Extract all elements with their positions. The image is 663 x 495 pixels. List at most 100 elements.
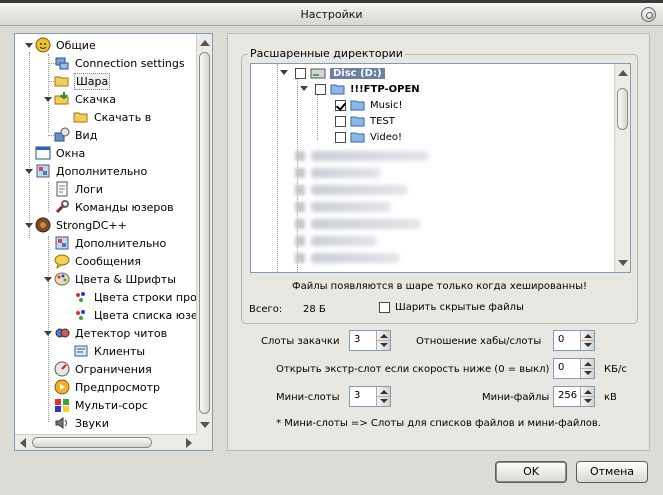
expand-arrow-icon[interactable]	[44, 331, 52, 336]
tree-item-userlist-colors[interactable]: Цвета списка юзеров	[73, 306, 213, 324]
expand-arrow-icon[interactable]	[25, 43, 33, 48]
spin-buttons[interactable]	[376, 331, 390, 350]
share-checkbox[interactable]	[315, 83, 326, 95]
scrollbar-thumb[interactable]	[32, 437, 152, 448]
tree-item-logs[interactable]: Логи	[54, 180, 104, 198]
tree-item-sounds[interactable]: Звуки	[54, 414, 110, 432]
tree-item-strongdc-advanced[interactable]: Дополнительно	[54, 234, 167, 252]
mini-files-value: 256	[558, 390, 578, 401]
folder-icon	[73, 109, 89, 125]
scroll-up-icon[interactable]	[618, 70, 628, 76]
tree-item-windows[interactable]: Окна	[35, 144, 86, 162]
scroll-up-icon[interactable]	[200, 40, 210, 46]
tree-item-download[interactable]: Скачка	[54, 90, 117, 108]
tree-line	[48, 54, 49, 132]
share-checkbox[interactable]	[335, 99, 346, 111]
mini-files-label: Мини-файлы	[482, 392, 550, 403]
cancel-button[interactable]: Отмена	[576, 461, 648, 483]
mini-slots-value: 3	[354, 390, 361, 401]
download-slots-stepper[interactable]: 3	[349, 330, 391, 351]
tree-item-label: Цвета списка юзеров	[94, 308, 213, 322]
tree-item-strongdc[interactable]: StrongDC++	[35, 216, 128, 234]
tree-item-label: Вид	[75, 128, 98, 142]
mini-slots-note: * Мини-слоты => Слоты для списков файлов…	[276, 418, 601, 429]
spin-buttons[interactable]	[580, 359, 594, 378]
spin-buttons[interactable]	[580, 331, 594, 350]
tree-item-label: Скачка	[75, 92, 116, 106]
tree-item-limits[interactable]: Ограничения	[54, 360, 153, 378]
share-hidden-checkbox[interactable]	[379, 302, 390, 313]
settings-tree-panel: Общие Connection settings Шара Скачка Ск…	[14, 33, 213, 451]
multisource-icon	[54, 397, 70, 413]
network-icon	[54, 55, 70, 71]
share-checkbox[interactable]	[295, 67, 306, 79]
share-hidden-files[interactable]: Шарить скрытые файлы	[379, 302, 524, 313]
total-value: 28 Б	[303, 304, 326, 315]
share-checkbox[interactable]	[335, 131, 346, 143]
close-icon[interactable]	[641, 7, 656, 22]
scroll-right-icon[interactable]	[186, 438, 192, 448]
shared-directories-tree: Disc (D:) !!!FTP-OPEN Music! TEST Video!	[250, 63, 631, 273]
tree-item-cheat-detector[interactable]: Детектор читов	[54, 324, 168, 342]
extra-slot-stepper[interactable]: 0	[553, 358, 595, 379]
scrollbar-thumb[interactable]	[617, 88, 628, 130]
spin-buttons[interactable]	[580, 387, 594, 406]
limits-icon	[54, 361, 70, 377]
tree-item-label: Ограничения	[75, 362, 152, 376]
tree-item-multisource[interactable]: Мульти-сорс	[54, 396, 149, 414]
tree-item-connection-settings[interactable]: Connection settings	[54, 54, 186, 72]
mini-slots-stepper[interactable]: 3	[349, 386, 391, 407]
spin-buttons[interactable]	[376, 387, 390, 406]
tree-item-advanced[interactable]: Дополнительно	[35, 162, 148, 180]
expand-arrow-icon[interactable]	[44, 97, 52, 102]
share-hidden-label: Шарить скрытые файлы	[395, 302, 524, 313]
dir-item-disc-d[interactable]: Disc (D:)	[295, 65, 385, 81]
scrollbar-thumb[interactable]	[199, 52, 210, 414]
expand-arrow-icon[interactable]	[280, 70, 288, 75]
folder-open-icon	[54, 73, 70, 89]
tree-item-view[interactable]: Вид	[54, 126, 98, 144]
tree-item-label: Команды юзеров	[75, 200, 174, 214]
dir-label: Video!	[370, 131, 403, 143]
expand-arrow-icon[interactable]	[44, 277, 52, 282]
dir-item-ftp-open[interactable]: !!!FTP-OPEN	[315, 81, 420, 97]
scroll-down-icon[interactable]	[200, 422, 210, 428]
share-settings-panel: Расшаренные директории Disc (D:) !!!FTP-…	[227, 33, 650, 451]
dir-item-test[interactable]: TEST	[335, 113, 395, 129]
tree-line	[29, 52, 30, 238]
hub-slots-ratio-stepper[interactable]: 0	[553, 330, 595, 351]
tree-item-label: Connection settings	[75, 56, 185, 70]
advanced-icon	[54, 235, 70, 251]
tree-horizontal-scrollbar[interactable]	[15, 434, 197, 450]
dirs-vertical-scrollbar[interactable]	[614, 64, 630, 272]
share-checkbox[interactable]	[335, 115, 346, 127]
tree-item-label: Звуки	[75, 416, 109, 430]
settings-tree: Общие Connection settings Шара Скачка Ск…	[15, 34, 212, 434]
tree-item-progress-colors[interactable]: Цвета строки прогресса	[73, 288, 212, 306]
folder-icon	[330, 81, 346, 97]
expand-arrow-icon[interactable]	[25, 223, 33, 228]
ok-button[interactable]: OK	[495, 461, 567, 483]
tree-item-label: Клиенты	[94, 344, 146, 358]
tree-item-general[interactable]: Общие	[35, 36, 97, 54]
tree-item-user-commands[interactable]: Команды юзеров	[54, 198, 175, 216]
hub-slots-ratio-value: 0	[558, 334, 565, 345]
tree-vertical-scrollbar[interactable]	[196, 34, 212, 434]
tree-item-messages[interactable]: Сообщения	[54, 252, 142, 270]
tree-item-preview[interactable]: Предпросмотр	[54, 378, 161, 396]
mini-files-stepper[interactable]: 256	[553, 386, 595, 407]
blurred-row	[311, 219, 421, 229]
dir-item-video[interactable]: Video!	[335, 129, 402, 145]
expand-arrow-icon[interactable]	[300, 86, 308, 91]
dir-item-music[interactable]: Music!	[335, 97, 402, 113]
expand-arrow-icon[interactable]	[25, 169, 33, 174]
scroll-down-icon[interactable]	[618, 260, 628, 266]
tree-item-label: Мульти-сорс	[75, 398, 148, 412]
tree-item-share[interactable]: Шара	[54, 72, 111, 90]
tree-item-label: Скачать в	[94, 110, 152, 124]
tree-item-label: Дополнительно	[56, 164, 148, 178]
tree-item-colors-fonts[interactable]: Цвета & Шрифты	[54, 270, 177, 288]
tree-item-clients[interactable]: Клиенты	[73, 342, 146, 360]
tree-item-download-to[interactable]: Скачать в	[73, 108, 152, 126]
scroll-left-icon[interactable]	[20, 438, 26, 448]
